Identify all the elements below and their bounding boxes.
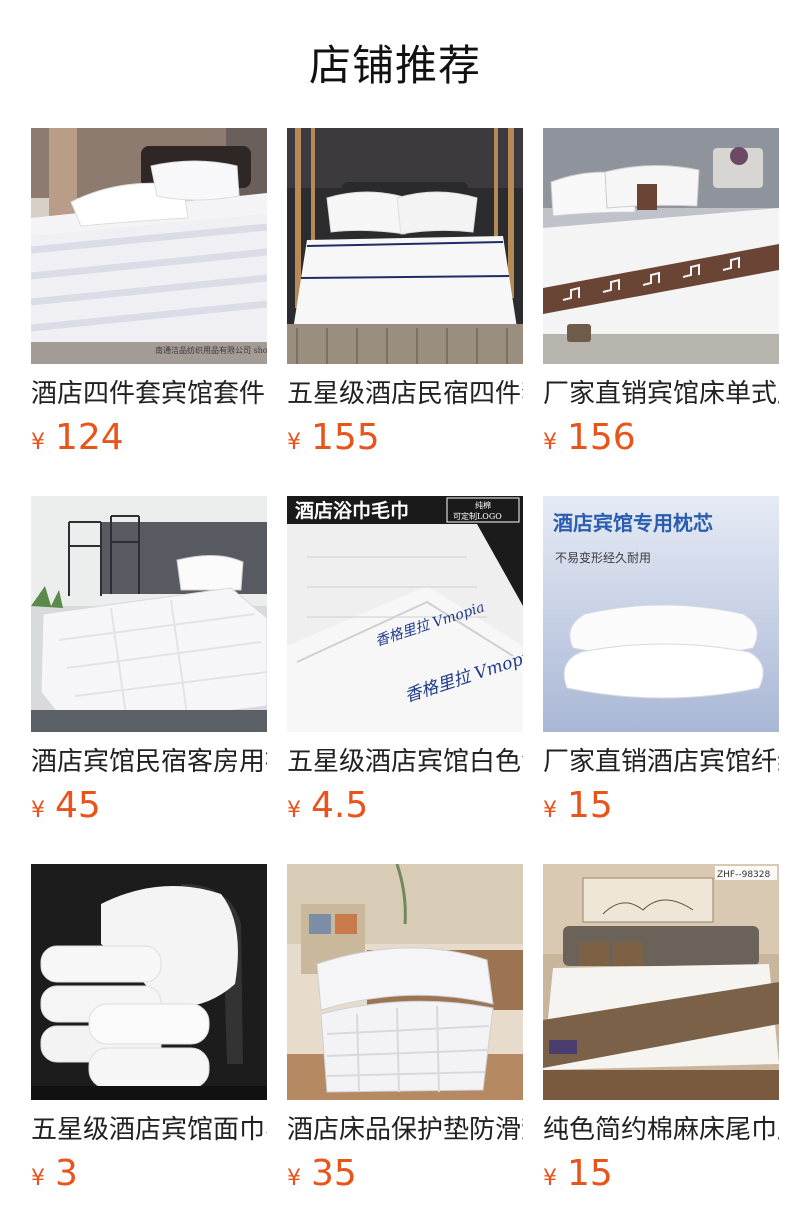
- product-price: ¥124: [31, 416, 124, 460]
- product-price: ¥3: [31, 1152, 78, 1196]
- product-price: ¥45: [31, 784, 101, 828]
- product-image-striped-bedding[interactable]: 南通洁品纺织用品有限公司 shop61176010852252.1688.com: [31, 128, 267, 364]
- stacked-white-towels-photo-icon: [31, 864, 267, 1100]
- product-name[interactable]: 五星级酒店宾馆面巾毛: [31, 1113, 267, 1147]
- price-amount: 124: [55, 417, 124, 458]
- currency-symbol: ¥: [287, 798, 301, 823]
- price-amount: 15: [567, 1153, 613, 1194]
- product-name[interactable]: 五星级酒店民宿四件套: [287, 377, 523, 411]
- currency-symbol: ¥: [543, 430, 557, 455]
- bedding-with-greek-key-pattern-photo-icon: [543, 128, 779, 364]
- currency-symbol: ¥: [31, 798, 45, 823]
- price-amount: 45: [55, 785, 101, 826]
- price-amount: 15: [567, 785, 613, 826]
- product-name[interactable]: 酒店四件套宾馆套件: [31, 377, 267, 411]
- pillows-photo-icon: 酒店宾馆专用枕芯 不易变形经久耐用: [543, 496, 779, 732]
- product-name[interactable]: 纯色简约棉麻床尾巾床: [543, 1113, 779, 1147]
- product-name[interactable]: 酒店床品保护垫防滑垫: [287, 1113, 523, 1147]
- product-image-towel[interactable]: 酒店浴巾毛巾 纯棉 可定制LOGO 香格里拉 Vmopia 香格里拉 Vmopi…: [287, 496, 523, 732]
- currency-symbol: ¥: [287, 1166, 301, 1191]
- product-price: ¥4.5: [287, 784, 368, 828]
- product-image-stacked-towels[interactable]: [31, 864, 267, 1100]
- badge-bottom-text: 可定制LOGO: [453, 511, 502, 521]
- white-quilt-on-bed-photo-icon: [31, 496, 267, 732]
- product-image-bed-runner[interactable]: ZHF--98328: [543, 864, 779, 1100]
- product-price: ¥15: [543, 784, 613, 828]
- quilted-mattress-pad-photo-icon: [287, 864, 523, 1100]
- white-hotel-towel-photo-icon: 酒店浴巾毛巾 纯棉 可定制LOGO 香格里拉 Vmopia 香格里拉 Vmopi…: [287, 496, 523, 732]
- product-image-navy-trim-bedding[interactable]: [287, 128, 523, 364]
- white-bedding-with-navy-trim-photo-icon: [287, 128, 523, 364]
- product-name[interactable]: 厂家直销酒店宾馆纤维: [543, 745, 779, 779]
- product-image-mattress-pad[interactable]: [287, 864, 523, 1100]
- product-price: ¥156: [543, 416, 636, 460]
- striped-bedding-set-photo-icon: 南通洁品纺织用品有限公司 shop61176010852252.1688.com: [31, 128, 267, 364]
- price-amount: 4.5: [311, 785, 369, 826]
- product-name[interactable]: 酒店宾馆民宿客房用被: [31, 745, 267, 779]
- product-image-quilt[interactable]: [31, 496, 267, 732]
- currency-symbol: ¥: [543, 798, 557, 823]
- product-image-greek-key-bedding[interactable]: [543, 128, 779, 364]
- product-name[interactable]: 五星级酒店宾馆白色浴: [287, 745, 523, 779]
- currency-symbol: ¥: [287, 430, 301, 455]
- price-amount: 155: [311, 417, 380, 458]
- currency-symbol: ¥: [31, 1166, 45, 1191]
- product-image-pillows[interactable]: 酒店宾馆专用枕芯 不易变形经久耐用: [543, 496, 779, 732]
- product-price: ¥155: [287, 416, 380, 460]
- product-name[interactable]: 厂家直销宾馆床单式床: [543, 377, 779, 411]
- price-amount: 35: [311, 1153, 357, 1194]
- product-price: ¥35: [287, 1152, 357, 1196]
- price-amount: 156: [567, 417, 636, 458]
- product-price: ¥15: [543, 1152, 613, 1196]
- watermark-text: 南通洁品纺织用品有限公司 shop61176010852252.1688.com: [155, 345, 267, 355]
- price-amount: 3: [55, 1153, 78, 1194]
- model-number-text: ZHF--98328: [717, 870, 771, 880]
- pillow-subline-text: 不易变形经久耐用: [555, 550, 651, 565]
- currency-symbol: ¥: [31, 430, 45, 455]
- page-title: 店铺推荐: [308, 41, 481, 90]
- pillow-headline-text: 酒店宾馆专用枕芯: [553, 511, 713, 535]
- bed-runner-photo-icon: ZHF--98328: [543, 864, 779, 1100]
- badge-top-text: 纯棉: [475, 500, 491, 510]
- currency-symbol: ¥: [543, 1166, 557, 1191]
- towel-banner-text: 酒店浴巾毛巾: [295, 499, 409, 522]
